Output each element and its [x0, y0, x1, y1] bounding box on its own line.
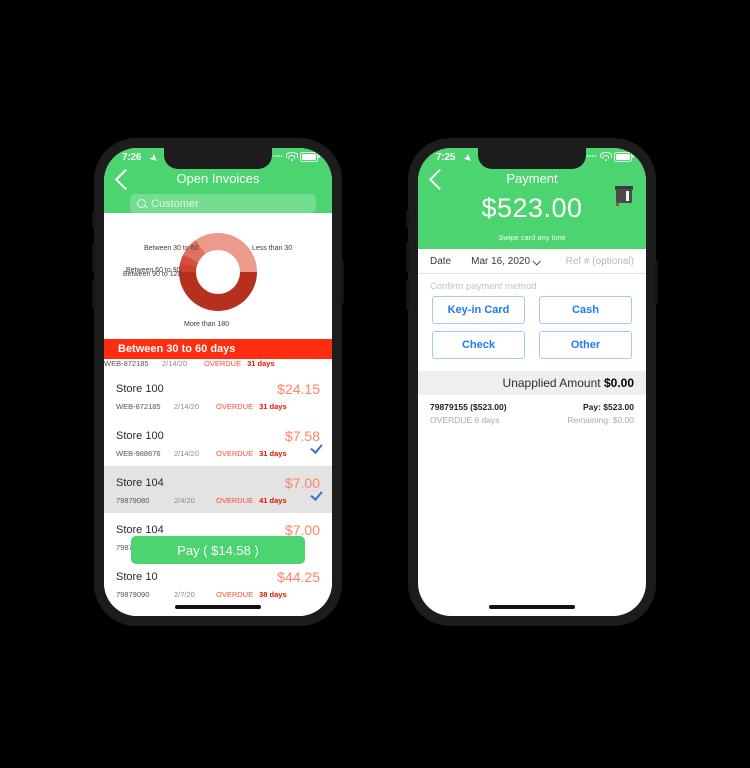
invoice-days: 41 days [259, 496, 287, 505]
invoice-amount: $24.15 [277, 381, 320, 397]
check-button[interactable]: Check [432, 331, 525, 359]
invoice-status: OVERDUE [216, 590, 254, 599]
invoice-store: Store 10 [116, 571, 158, 583]
unapplied-value: $0.00 [603, 376, 634, 390]
invoice-days: 31 days [259, 402, 287, 411]
detail-overdue: OVERDUE 6 days [430, 415, 500, 425]
invoice-number: 79879090 [116, 590, 150, 599]
invoice-amount: $7.58 [285, 428, 323, 454]
location-arrow-icon: ➤ [461, 151, 475, 165]
invoice-store: Store 104 [116, 524, 164, 536]
invoice-amount: $44.25 [277, 569, 320, 585]
pay-button[interactable]: Pay ( $14.58 ) [131, 536, 305, 564]
payment-amount: $523.00 [481, 193, 583, 223]
phone-right: 7:25 ➤ •••• Payment $523.00 Swipe card a… [406, 138, 658, 626]
status-time: 7:25 [436, 152, 456, 163]
status-indicators: •••• [586, 152, 634, 162]
search-input[interactable]: Customer [130, 194, 316, 213]
invoice-row[interactable]: Store 104 $7.00 79879080 2/4/20 OVERDUE … [104, 466, 332, 513]
invoice-status: OVERDUE [216, 402, 254, 411]
phone-left: 7:26 ➤ •••• Open Invoices Customer Less … [92, 138, 344, 626]
date-value: Mar 16, 2020 [471, 256, 531, 267]
page-title: Open Invoices [176, 171, 260, 186]
invoice-days: 31 days [259, 449, 287, 458]
date-row: Date Mar 16, 2020 Ref # (optional) [418, 249, 646, 274]
volume-up-button[interactable] [406, 242, 409, 272]
invoice-date: 2/7/20 [174, 590, 195, 599]
confirm-payment-label: Confirm payment method [418, 274, 646, 296]
ref-input[interactable]: Ref # (optional) [566, 256, 634, 267]
payment-method-grid: Key-in Card Cash Check Other [418, 296, 646, 371]
invoice-date: 2/14/20 [174, 449, 200, 458]
date-label: Date [430, 256, 452, 267]
invoice-store: Store 100 [116, 383, 164, 395]
invoice-status: OVERDUE [216, 449, 254, 458]
chart-label-3: Between 90 to 120 [123, 271, 182, 278]
invoice-number: 79879080 [116, 496, 150, 505]
section-header: Between 30 to 60 days [104, 339, 332, 359]
chart-label-4: More than 180 [184, 321, 230, 328]
detail-pay: Pay: $523.00 [582, 402, 634, 412]
partial-invoice-number: WEB-872185 [104, 359, 149, 368]
search-placeholder: Customer [151, 197, 199, 210]
detail-invoice: 79879155 ($523.00) [430, 402, 507, 412]
search-icon [137, 199, 146, 208]
notch [478, 148, 586, 169]
wifi-icon [285, 152, 298, 161]
partial-invoice-status: OVERDUE [204, 359, 242, 368]
partial-invoice-days: 31 days [247, 359, 275, 368]
invoice-store: Store 104 [116, 477, 164, 489]
location-arrow-icon: ➤ [147, 151, 161, 165]
signal-dots-icon: •••• [586, 154, 597, 160]
status-time: 7:26 [122, 152, 142, 163]
status-indicators: •••• [272, 152, 320, 162]
volume-down-button[interactable] [92, 280, 95, 310]
invoice-amount: $7.00 [285, 475, 323, 501]
unapplied-amount-bar: Unapplied Amount $0.00 [418, 371, 646, 395]
signal-dots-icon: •••• [272, 154, 283, 160]
other-button[interactable]: Other [539, 331, 632, 359]
invoice-store: Store 100 [116, 430, 164, 442]
phone-right-screen: 7:25 ➤ •••• Payment $523.00 Swipe card a… [418, 148, 646, 616]
cash-button[interactable]: Cash [539, 296, 632, 324]
invoice-number: WEB-872185 [116, 402, 161, 411]
volume-up-button[interactable] [92, 242, 95, 272]
swipe-hint: Swipe card any time [498, 233, 566, 242]
date-picker[interactable]: Mar 16, 2020 [471, 256, 542, 267]
partial-invoice-date: 2/14/20 [162, 359, 188, 368]
invoice-date: 2/14/20 [174, 402, 200, 411]
chart-label-0: Less than 30 [252, 245, 293, 252]
phone-left-screen: 7:26 ➤ •••• Open Invoices Customer Less … [104, 148, 332, 616]
invoice-status: OVERDUE [216, 496, 254, 505]
power-button[interactable] [655, 260, 658, 304]
home-indicator [489, 605, 575, 609]
wifi-icon [599, 152, 612, 161]
partial-row-top: WEB-872185 2/14/20 OVERDUE 31 days [104, 359, 332, 372]
invoice-row[interactable]: Store 100 $7.58 WEB-988676 2/14/20 OVERD… [104, 419, 332, 466]
invoice-row[interactable]: Store 100 $24.15 WEB-872185 2/14/20 OVER… [104, 372, 332, 419]
invoice-row[interactable]: Store 10 $44.25 79879090 2/7/20 OVERDUE … [104, 560, 332, 607]
key-in-card-button[interactable]: Key-in Card [432, 296, 525, 324]
chart-label-1: Between 30 to 60 [144, 245, 199, 252]
battery-icon [300, 152, 320, 162]
invoice-days: 38 days [259, 590, 287, 599]
payment-detail-row[interactable]: 79879155 ($523.00) Pay: $523.00 OVERDUE … [418, 395, 646, 425]
invoice-number: WEB-988676 [116, 449, 161, 458]
power-button[interactable] [341, 260, 344, 304]
notch [164, 148, 272, 169]
invoice-date: 2/4/20 [174, 496, 195, 505]
card-reader-icon [615, 186, 633, 206]
silent-switch[interactable] [406, 210, 409, 228]
unapplied-label: Unapplied Amount [502, 376, 601, 390]
battery-icon [614, 152, 634, 162]
screenshot-canvas: 7:26 ➤ •••• Open Invoices Customer Less … [0, 0, 750, 768]
aging-donut-chart: Less than 30 Between 30 to 60 Between 60… [104, 221, 332, 339]
chevron-down-icon [532, 256, 542, 266]
silent-switch[interactable] [92, 210, 95, 228]
home-indicator [175, 605, 261, 609]
detail-remaining: Remaining: $0.00 [567, 415, 634, 425]
volume-down-button[interactable] [406, 280, 409, 310]
page-title: Payment [506, 171, 558, 186]
